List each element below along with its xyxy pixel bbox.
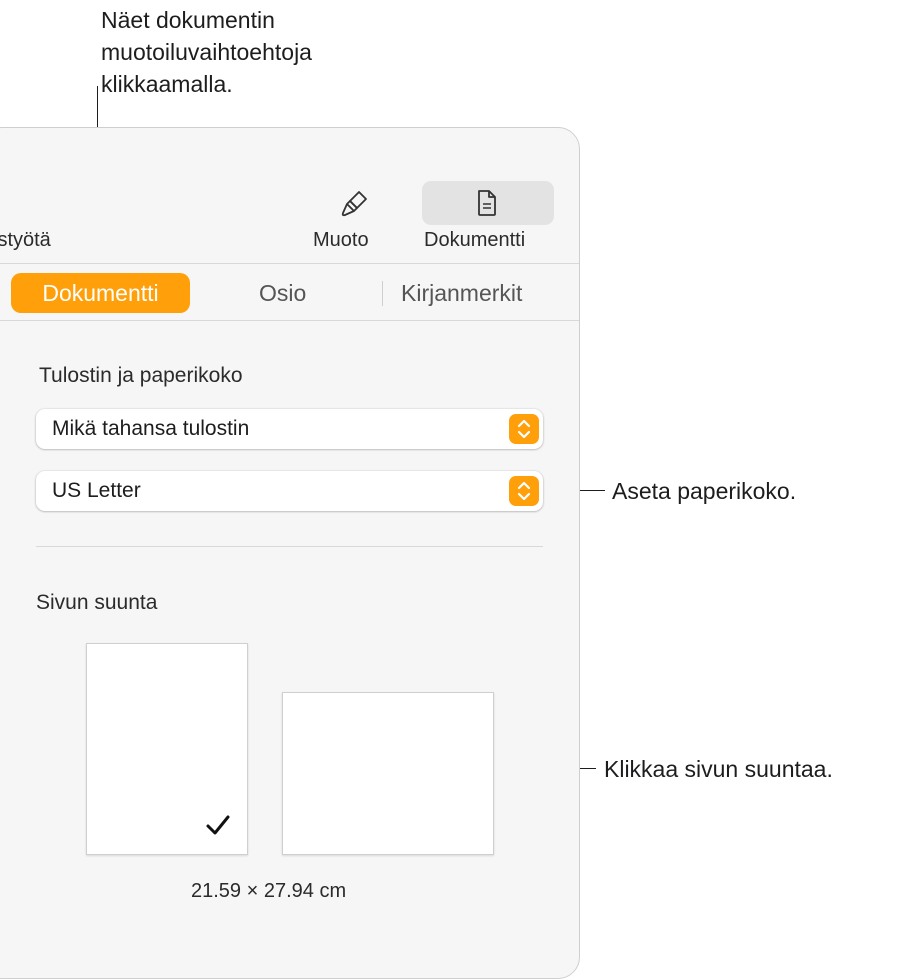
- toolbar-divider: [0, 263, 579, 264]
- callout-paper-size: Aseta paperikoko.: [612, 478, 797, 504]
- printer-popup[interactable]: Mikä tahansa tulostin: [36, 409, 543, 449]
- format-button[interactable]: Muoto: [303, 181, 403, 255]
- checkmark-icon: [205, 814, 231, 841]
- tab-separator: [382, 281, 383, 306]
- document-label: Dokumentti: [424, 229, 526, 251]
- callout-orientation: Klikkaa sivun suuntaa.: [604, 756, 833, 782]
- document-button[interactable]: [422, 181, 554, 225]
- printer-stepper-icon: [509, 414, 539, 444]
- paper-size-popup[interactable]: US Letter: [36, 471, 543, 511]
- callout-line-1: Näet dokumentin: [101, 7, 275, 33]
- tabs-divider: [0, 320, 579, 321]
- inspector-panel: istyötä Muoto Dokumentti Dokumentti Osio…: [0, 127, 580, 979]
- tab-osio[interactable]: Osio: [259, 280, 306, 307]
- portrait-option[interactable]: [86, 643, 248, 855]
- paintbrush-icon: [339, 189, 369, 224]
- tab-kirjanmerkit[interactable]: Kirjanmerkit: [401, 280, 522, 307]
- tab-dokumentti[interactable]: Dokumentti: [11, 273, 190, 313]
- orientation-section-title: Sivun suunta: [36, 591, 158, 614]
- callout-line-2: muotoiluvaihtoehtoja: [101, 39, 312, 65]
- paper-size-stepper-icon: [509, 476, 539, 506]
- format-label: Muoto: [313, 229, 369, 251]
- callout-document-tab: Näet dokumentin muotoiluvaihtoehtoja kli…: [101, 4, 312, 100]
- document-icon: [476, 189, 498, 222]
- section-divider: [36, 546, 543, 547]
- paper-size-popup-value: US Letter: [52, 479, 141, 502]
- page-dimensions: 21.59 × 27.94 cm: [191, 880, 347, 902]
- printer-section-title: Tulostin ja paperikoko: [39, 364, 243, 387]
- printer-popup-value: Mikä tahansa tulostin: [52, 417, 250, 440]
- callout-line-3: klikkaamalla.: [101, 71, 233, 97]
- toolbar-partial-label: istyötä: [0, 229, 51, 251]
- landscape-option[interactable]: [282, 692, 494, 855]
